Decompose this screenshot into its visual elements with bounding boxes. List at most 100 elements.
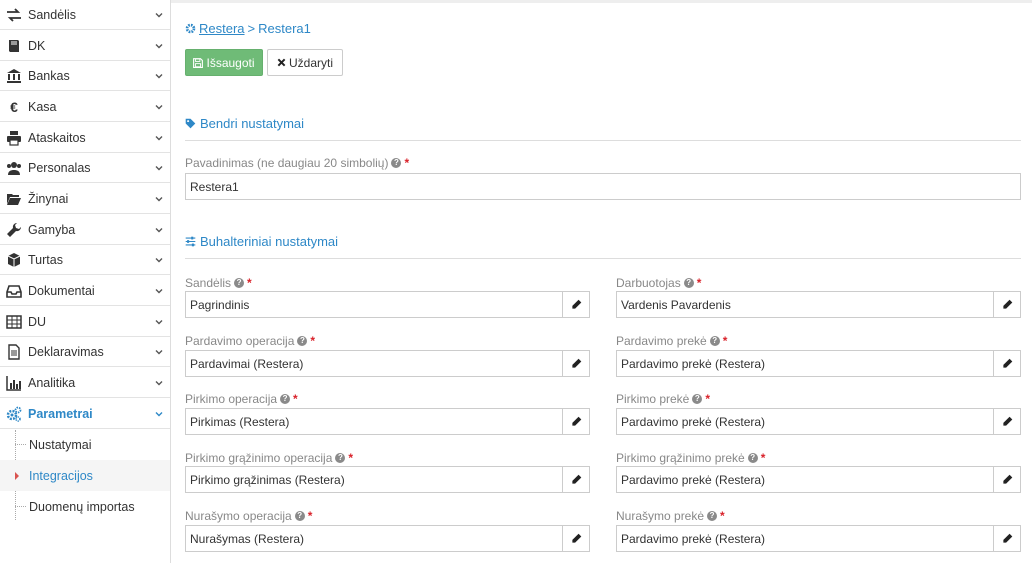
question-circle-icon[interactable]: ? [280, 394, 291, 404]
sidebar-item-label: Kasa [28, 99, 57, 114]
close-button[interactable]: Uždaryti [267, 49, 343, 76]
sidebar-subitem-nustatymai[interactable]: Nustatymai [0, 429, 170, 460]
sidebar-item-deklaravimas[interactable]: Deklaravimas [0, 337, 170, 367]
question-circle-icon[interactable]: ? [709, 336, 720, 346]
purchase-operation-edit-button[interactable] [562, 408, 590, 435]
sidebar-item-du[interactable]: DU [0, 307, 170, 337]
sale-operation-edit-button[interactable] [562, 350, 590, 377]
writeoff-product-field[interactable]: Pardavimo prekė (Restera) [616, 525, 994, 552]
sidebar-item-label: Gamyba [28, 222, 76, 237]
sidebar-item-analitika[interactable]: Analitika [0, 368, 170, 398]
warehouse-edit-button[interactable] [562, 291, 590, 318]
field-label-text: Pirkimo prekė [616, 392, 690, 406]
field-label-text: Sandėlis [185, 276, 232, 290]
section-divider [185, 258, 1021, 259]
question-circle-icon[interactable]: ? [297, 336, 308, 346]
sidebar-item-parametrai[interactable]: Parametrai [0, 399, 170, 429]
cube-icon [6, 252, 22, 268]
tag-icon [185, 118, 196, 129]
print-icon [6, 130, 22, 146]
pencil-icon [571, 416, 581, 426]
sale-product-field[interactable]: Pardavimo prekė (Restera) [616, 350, 994, 377]
chevron-down-icon [155, 380, 163, 385]
required-marker: * [760, 451, 766, 465]
breadcrumb-parent-label: Restera [199, 21, 245, 36]
purchase-product-edit-button[interactable] [993, 408, 1021, 435]
employee-edit-button[interactable] [993, 291, 1021, 318]
field-label-text: Nurašymo operacija [185, 509, 292, 523]
chevron-down-icon [155, 104, 163, 109]
purchase-product-field[interactable]: Pardavimo prekė (Restera) [616, 408, 994, 435]
writeoff-product-edit-button[interactable] [993, 525, 1021, 552]
question-circle-icon[interactable]: ? [692, 394, 703, 404]
sliders-icon [185, 236, 196, 247]
sidebar-item-gamyba[interactable]: Gamyba [0, 215, 170, 245]
sidebar-item-sandelis[interactable]: Sandėlis [0, 0, 170, 30]
save-button[interactable]: Išsaugoti [185, 49, 263, 76]
sidebar-item-ataskaitos[interactable]: Ataskaitos [0, 123, 170, 153]
pencil-icon [1002, 358, 1012, 368]
required-marker: * [705, 392, 711, 406]
sidebar-item-label: Bankas [28, 68, 70, 83]
top-divider [171, 0, 1032, 3]
purchase-return-product-edit-button[interactable] [993, 466, 1021, 493]
sidebar-item-turtas[interactable]: Turtas [0, 245, 170, 275]
required-marker: * [720, 509, 725, 523]
chevron-down-icon [155, 135, 163, 140]
field-label-writeoff-operation: Nurašymo operacija ? * [185, 509, 312, 523]
question-circle-icon[interactable]: ? [707, 511, 718, 521]
sidebar-subitem-duomenu-importas[interactable]: Duomenų importas [0, 491, 170, 522]
employee-field[interactable]: Vardenis Pavardenis [616, 291, 994, 318]
bar-chart-icon [6, 375, 22, 391]
sidebar-subitem-label: Nustatymai [29, 437, 92, 452]
cogs-icon [6, 406, 22, 422]
question-circle-icon[interactable]: ? [747, 453, 758, 463]
sidebar-item-dokumentai[interactable]: Dokumentai [0, 276, 170, 306]
sale-operation-field[interactable]: Pardavimai (Restera) [185, 350, 563, 377]
field-label-writeoff-product: Nurašymo prekė ? * [616, 509, 725, 523]
purchase-operation-field[interactable]: Pirkimas (Restera) [185, 408, 563, 435]
breadcrumb: Restera > Restera1 [185, 21, 311, 36]
writeoff-operation-edit-button[interactable] [562, 525, 590, 552]
breadcrumb-separator: > [247, 21, 256, 36]
sidebar-item-kasa[interactable]: € Kasa [0, 92, 170, 122]
purchase-return-product-field[interactable]: Pardavimo prekė (Restera) [616, 466, 994, 493]
sidebar-item-personalas[interactable]: Personalas [0, 153, 170, 183]
question-circle-icon[interactable]: ? [234, 278, 245, 288]
sidebar-subitem-integracijos[interactable]: Integracijos [0, 460, 170, 491]
writeoff-operation-field[interactable]: Nurašymas (Restera) [185, 525, 563, 552]
sale-product-edit-button[interactable] [993, 350, 1021, 377]
question-circle-icon[interactable]: ? [391, 158, 402, 168]
field-label-text: Pirkimo grąžinimo operacija [185, 451, 333, 465]
required-marker: * [310, 334, 316, 348]
book-icon [6, 38, 22, 54]
close-icon [277, 58, 286, 67]
purchase-return-operation-edit-button[interactable] [562, 466, 590, 493]
breadcrumb-parent-link[interactable]: Restera [185, 21, 245, 36]
purchase-return-operation-field[interactable]: Pirkimo grąžinimas (Restera) [185, 466, 563, 493]
field-label-purchase-product: Pirkimo prekė ? * [616, 392, 710, 406]
question-circle-icon[interactable]: ? [683, 278, 694, 288]
sidebar-item-bankas[interactable]: Bankas [0, 61, 170, 91]
sidebar-item-zinynai[interactable]: Žinynai [0, 184, 170, 214]
required-marker: * [247, 276, 252, 290]
question-circle-icon[interactable]: ? [294, 511, 305, 521]
chevron-down-icon [155, 411, 163, 416]
euro-icon: € [10, 98, 18, 115]
warehouse-field[interactable]: Pagrindinis [185, 291, 563, 318]
chevron-down-icon [155, 73, 163, 78]
save-button-label: Išsaugoti [206, 55, 255, 70]
sidebar-item-dk[interactable]: DK [0, 31, 170, 61]
sidebar-item-label: Analitika [28, 375, 76, 390]
field-label-text: Pirkimo operacija [185, 392, 278, 406]
sidebar-item-label: Deklaravimas [28, 344, 104, 359]
field-label-employee: Darbuotojas ? * [616, 276, 701, 290]
question-circle-icon[interactable]: ? [335, 453, 346, 463]
wrench-icon [6, 222, 22, 238]
required-marker: * [348, 451, 354, 465]
sidebar-item-label: DK [28, 38, 46, 53]
chevron-down-icon [155, 288, 163, 293]
name-input[interactable]: Restera1 [185, 173, 1021, 200]
pencil-icon [1002, 474, 1012, 484]
required-marker: * [404, 156, 410, 170]
